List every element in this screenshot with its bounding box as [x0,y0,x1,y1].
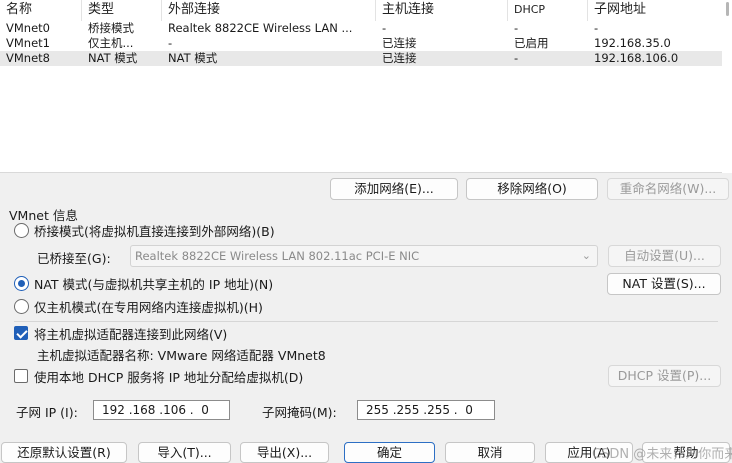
table-header: 名称 类型 外部连接 主机连接 DHCP 子网地址 [0,0,732,21]
row-name: VMnet8 [6,51,50,65]
local-dhcp-checkbox[interactable] [14,369,28,383]
table-row-selected[interactable]: VMnet8 NAT 模式 NAT 模式 已连接 - 192.168.106.0 [0,51,722,66]
column-header-subnet[interactable]: 子网地址 [588,0,722,21]
row-type: 仅主机... [88,36,134,50]
row-subnet: - [594,21,599,35]
row-dhcp: 已启用 [514,36,549,50]
local-dhcp-option[interactable]: 使用本地 DHCP 服务将 IP 地址分配给虚拟机(D) [14,367,303,385]
connect-adapter-label: 将主机虚拟适配器连接到此网络(V) [34,326,228,342]
cancel-button[interactable]: 取消 [445,442,535,463]
watermark-text: CSDN @未来，为你而来 [592,447,732,462]
row-external: - [168,36,173,50]
row-host: 已连接 [382,36,417,50]
table-row[interactable]: VMnet0 桥接模式 Realtek 8822CE Wireless LAN … [0,21,722,36]
host-only-mode-option[interactable]: 仅主机模式(在专用网络内连接虚拟机)(H) [14,297,263,315]
nat-settings-button[interactable]: NAT 设置(S)... [607,273,721,295]
column-header-dhcp[interactable]: DHCP [508,0,588,21]
column-header-type[interactable]: 类型 [82,0,162,21]
network-table[interactable]: 名称 类型 外部连接 主机连接 DHCP 子网地址 VMnet0 桥接模式 Re… [0,0,732,173]
local-dhcp-label: 使用本地 DHCP 服务将 IP 地址分配给虚拟机(D) [34,369,304,385]
divider [14,321,718,322]
bridged-to-value: Realtek 8822CE Wireless LAN 802.11ac PCI… [135,249,420,263]
connect-adapter-option[interactable]: 将主机虚拟适配器连接到此网络(V) [14,324,227,342]
nat-mode-option[interactable]: NAT 模式(与虚拟机共享主机的 IP 地址)(N) [14,274,273,292]
table-row[interactable]: VMnet1 仅主机... - 已连接 已启用 192.168.35.0 [0,36,722,51]
subnet-ip-input[interactable]: 192 .168 .106 . 0 [93,400,230,420]
add-network-button[interactable]: 添加网络(E)... [330,178,458,200]
adapter-name-text: 主机虚拟适配器名称: VMware 网络适配器 VMnet8 [37,348,326,363]
host-only-mode-label: 仅主机模式(在专用网络内连接虚拟机)(H) [34,299,263,315]
row-subnet: 192.168.106.0 [594,51,679,65]
auto-settings-button[interactable]: 自动设置(U)... [608,245,721,267]
scrollbar-thumb[interactable] [726,2,729,16]
row-subnet: 192.168.35.0 [594,36,671,50]
nat-mode-radio[interactable] [14,275,29,291]
row-host: 已连接 [382,51,417,65]
nat-mode-label: NAT 模式(与虚拟机共享主机的 IP 地址)(N) [34,276,274,292]
row-name: VMnet1 [6,36,50,50]
table-scrollbar[interactable] [722,0,732,173]
import-button[interactable]: 导入(T)... [138,442,231,463]
row-external: Realtek 8822CE Wireless LAN ... [168,21,353,35]
column-header-host[interactable]: 主机连接 [376,0,508,21]
host-only-mode-radio[interactable] [14,298,29,314]
column-header-name[interactable]: 名称 [0,0,82,21]
ok-button[interactable]: 确定 [344,442,435,463]
remove-network-button[interactable]: 移除网络(O) [466,178,598,200]
connect-adapter-checkbox[interactable] [14,326,28,340]
row-external: NAT 模式 [168,51,218,65]
subnet-mask-label: 子网掩码(M): [262,405,337,420]
export-button[interactable]: 导出(X)... [240,442,329,463]
column-header-external[interactable]: 外部连接 [162,0,376,21]
subnet-ip-label: 子网 IP (I): [16,405,78,420]
bridged-to-select[interactable]: Realtek 8822CE Wireless LAN 802.11ac PCI… [130,245,598,267]
row-type: NAT 模式 [88,51,138,65]
bridged-mode-label: 桥接模式(将虚拟机直接连接到外部网络)(B) [34,223,275,239]
rename-network-button[interactable]: 重命名网络(W)... [607,178,729,200]
row-dhcp: - [514,51,519,65]
chevron-down-icon: ⌄ [581,249,591,262]
row-host: - [382,21,387,35]
row-name: VMnet0 [6,21,50,35]
bridged-mode-radio[interactable] [14,222,29,238]
bridged-to-label: 已桥接至(G): [37,251,111,266]
row-type: 桥接模式 [88,21,134,35]
row-dhcp: - [514,21,519,35]
restore-defaults-button[interactable]: 还原默认设置(R) [1,442,127,463]
subnet-mask-input[interactable]: 255 .255 .255 . 0 [357,400,495,420]
bridged-mode-option[interactable]: 桥接模式(将虚拟机直接连接到外部网络)(B) [14,221,275,239]
dhcp-settings-button[interactable]: DHCP 设置(P)... [608,365,721,387]
